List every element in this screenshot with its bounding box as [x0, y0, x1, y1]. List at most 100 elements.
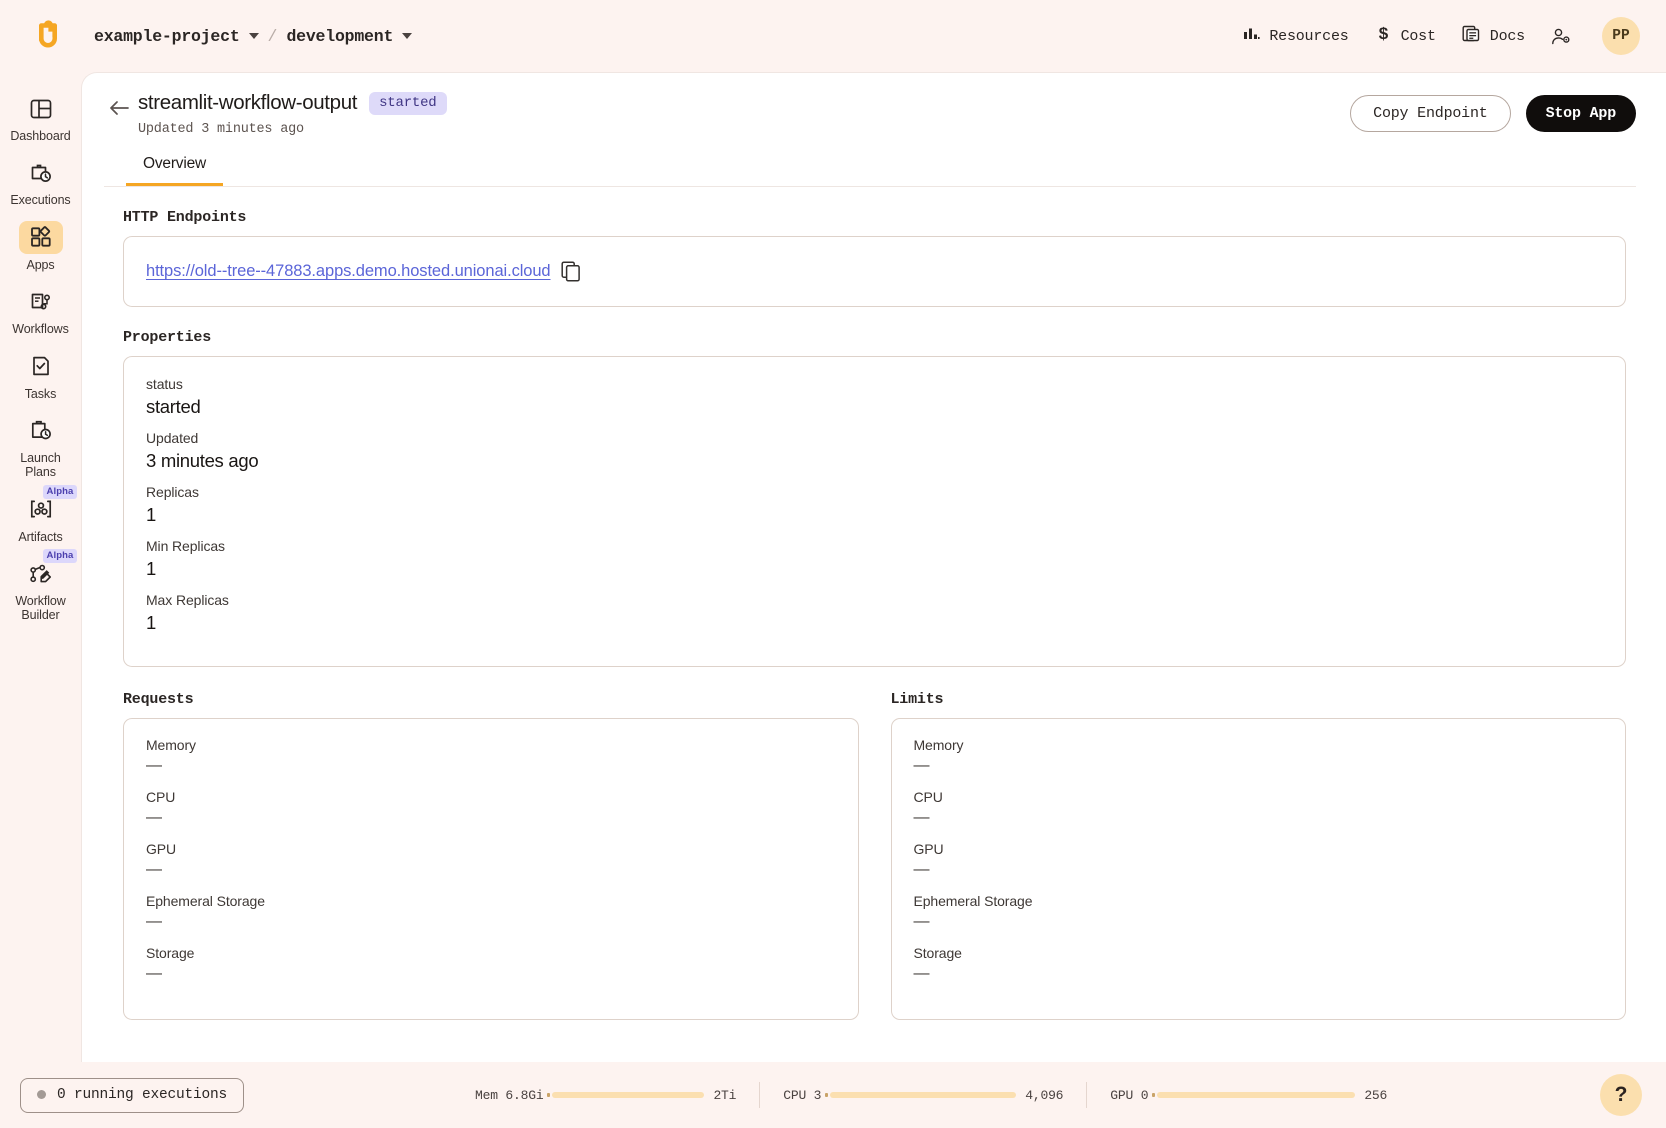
limits-title: Limits — [890, 691, 944, 708]
user-gear-icon[interactable] — [1551, 27, 1572, 46]
sidebar-item-dashboard[interactable]: Dashboard — [7, 86, 75, 148]
limits-card: Memory — CPU — GPU — Ephemeral Storage —… — [890, 718, 1626, 1020]
docs-button[interactable]: Docs — [1462, 24, 1525, 48]
main-panel: streamlit-workflow-output started Update… — [81, 72, 1666, 1062]
top-bar: example-project / development Resources — [0, 0, 1666, 72]
sidebar-item-workflow-builder[interactable]: Alpha Workflow Builder — [7, 549, 78, 628]
http-endpoints-title: HTTP Endpoints — [123, 209, 247, 226]
copy-icon[interactable] — [560, 261, 581, 282]
requests-card: Memory — CPU — GPU — Ephemeral Storage —… — [123, 718, 859, 1020]
property-row: Replicas 1 — [146, 484, 1603, 526]
limits-column: Limits Memory — CPU — GPU — Ephemeral St… — [890, 691, 1626, 1020]
sidebar-item-apps[interactable]: Apps — [7, 215, 75, 277]
docs-label: Docs — [1489, 27, 1525, 45]
page-header: streamlit-workflow-output started Update… — [82, 73, 1666, 187]
tasks-icon — [19, 350, 63, 383]
sidebar-label: Apps — [26, 257, 55, 272]
property-row: status started — [146, 376, 1603, 418]
stop-app-button[interactable]: Stop App — [1525, 95, 1636, 132]
gpu-meter-label: GPU 0 — [1110, 1087, 1149, 1103]
chevron-down-icon[interactable] — [402, 33, 413, 39]
chevron-down-icon[interactable] — [248, 33, 259, 39]
resource-label: Storage — [146, 945, 195, 961]
body-row: Dashboard Executions Apps Workflows Task… — [0, 72, 1666, 1062]
property-label: Max Replicas — [146, 592, 229, 608]
content-area: HTTP Endpoints https://old--tree--47883.… — [82, 187, 1666, 1062]
endpoint-link[interactable]: https://old--tree--47883.apps.demo.hoste… — [146, 262, 551, 281]
arrow-left-icon[interactable] — [104, 93, 134, 123]
cpu-meter: CPU 3 4,096 — [760, 1088, 1086, 1103]
status-dot-icon — [37, 1090, 46, 1099]
executions-icon — [19, 156, 63, 189]
resources-button[interactable]: Resources — [1243, 25, 1349, 47]
resource-row: Ephemeral Storage — — [914, 893, 1604, 931]
resource-label: Memory — [913, 737, 964, 753]
sidebar-item-tasks[interactable]: Tasks — [7, 344, 75, 406]
copy-endpoint-button[interactable]: Copy Endpoint — [1350, 95, 1511, 132]
breadcrumb-project[interactable]: example-project — [94, 27, 240, 46]
resource-value: — — [146, 861, 162, 878]
bar-chart-icon — [1243, 25, 1260, 47]
apps-icon — [18, 220, 63, 254]
top-bar-actions: Resources $ Cost Docs PP — [1243, 17, 1640, 55]
cost-button[interactable]: $ Cost — [1375, 24, 1436, 48]
svg-text:$: $ — [1378, 24, 1388, 43]
union-logo-icon[interactable] — [16, 19, 80, 53]
help-button[interactable]: ? — [1600, 1074, 1642, 1116]
sidebar-label: Dashboard — [10, 129, 71, 143]
memory-meter: Mem 6.8Gi 2Ti — [452, 1088, 759, 1103]
alpha-badge: Alpha — [42, 484, 78, 499]
resource-row: Memory — — [146, 737, 836, 775]
cpu-meter-max: 4,096 — [1025, 1087, 1064, 1103]
memory-meter-max: 2Ti — [713, 1087, 737, 1103]
resource-row: Storage — — [914, 945, 1604, 983]
resource-label: CPU — [913, 789, 943, 805]
sidebar-item-executions[interactable]: Executions — [7, 150, 75, 212]
resource-value: — — [146, 757, 162, 774]
avatar[interactable]: PP — [1602, 17, 1640, 55]
breadcrumb-environment[interactable]: development — [286, 27, 393, 46]
resource-row: Ephemeral Storage — — [146, 893, 836, 931]
resource-label: Ephemeral Storage — [146, 893, 265, 909]
tab-overview[interactable]: Overview — [126, 151, 223, 186]
memory-meter-label: Mem 6.8Gi — [475, 1087, 544, 1103]
resource-label: Ephemeral Storage — [913, 893, 1033, 909]
resource-label: Memory — [146, 737, 196, 753]
resource-value: — — [146, 809, 162, 826]
sidebar-label: Launch Plans — [20, 450, 61, 480]
resource-row: GPU — — [146, 841, 836, 879]
property-row: Max Replicas 1 — [146, 592, 1603, 634]
running-executions-label: 0 running executions — [57, 1086, 228, 1103]
title-row: streamlit-workflow-output started Update… — [104, 91, 1636, 137]
cpu-meter-bar — [825, 1092, 1017, 1098]
sidebar-label: Workflows — [12, 322, 69, 337]
running-executions-button[interactable]: 0 running executions — [20, 1077, 245, 1113]
property-row: Min Replicas 1 — [146, 538, 1603, 580]
alpha-badge: Alpha — [42, 549, 78, 563]
title-block: streamlit-workflow-output started Update… — [138, 91, 1350, 137]
sidebar-label: Tasks — [24, 386, 57, 401]
sidebar-item-workflows[interactable]: Workflows — [7, 279, 75, 341]
tab-bar: Overview — [104, 151, 1636, 187]
sidebar-label: Executions — [10, 193, 71, 208]
resource-value: — — [913, 809, 930, 826]
sidebar-item-launch-plans[interactable]: Launch Plans — [7, 408, 75, 485]
title-line: streamlit-workflow-output started — [138, 91, 1350, 115]
resource-value: — — [146, 965, 162, 982]
sidebar-label: Artifacts — [18, 529, 63, 544]
sidebar: Dashboard Executions Apps Workflows Task… — [0, 72, 81, 1062]
meter-tick-icon — [1152, 1093, 1156, 1097]
gpu-meter: GPU 0 256 — [1087, 1088, 1410, 1103]
page-title: streamlit-workflow-output — [138, 91, 358, 114]
resource-row: CPU — — [146, 789, 836, 827]
sidebar-label: Workflow Builder — [15, 594, 66, 623]
dashboard-icon — [19, 92, 63, 125]
resource-row: Storage — — [146, 945, 836, 983]
requests-column: Requests Memory — CPU — GPU — Ephemeral … — [123, 691, 859, 1020]
sidebar-item-artifacts[interactable]: Alpha Artifacts — [7, 484, 78, 549]
properties-card: status started Updated 3 minutes ago Rep… — [123, 356, 1626, 667]
endpoint-row: https://old--tree--47883.apps.demo.hoste… — [144, 255, 1605, 288]
resource-value: — — [146, 913, 162, 930]
resource-value: — — [913, 757, 930, 774]
memory-meter-bar — [547, 1092, 705, 1098]
